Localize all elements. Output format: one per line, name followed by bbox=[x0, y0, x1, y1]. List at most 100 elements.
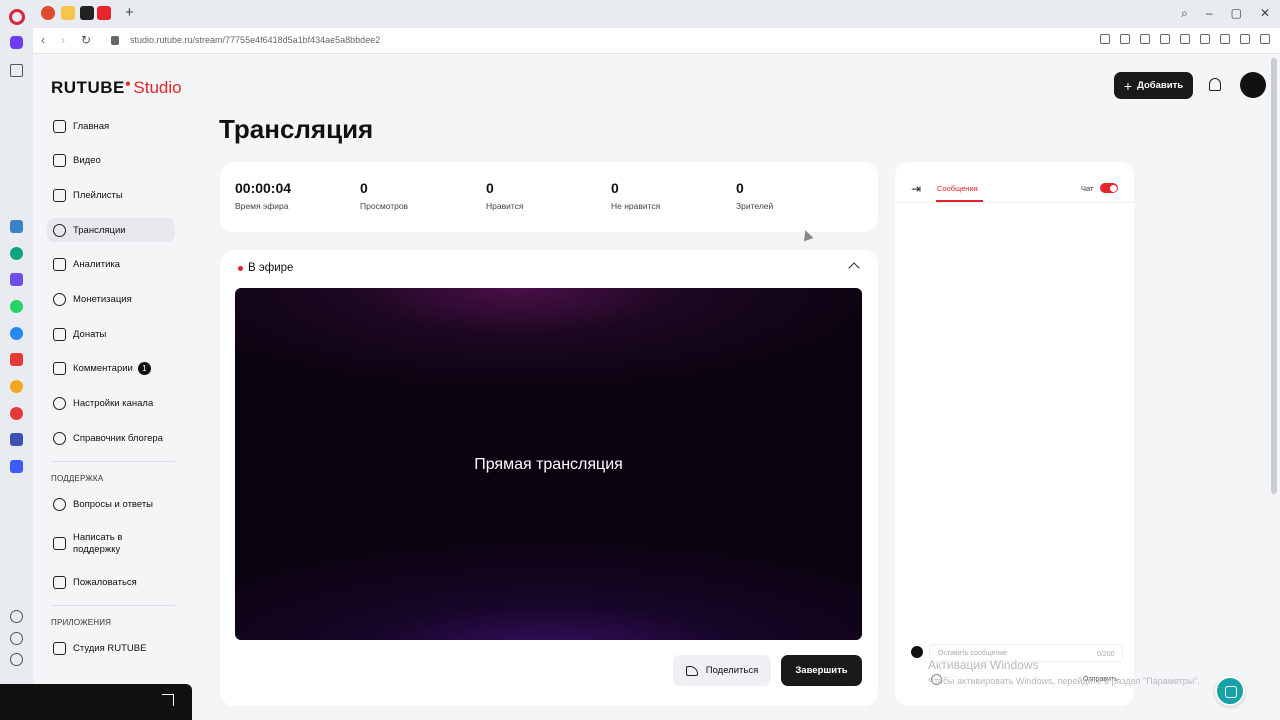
live-status: В эфире bbox=[238, 262, 293, 274]
sidebar-item-label: Главная bbox=[73, 120, 110, 132]
app-icon-6[interactable] bbox=[10, 460, 23, 473]
stat-airtime: 00:00:04 Время эфира bbox=[235, 180, 291, 211]
profile-icon[interactable] bbox=[1240, 34, 1250, 44]
rutube-studio-logo[interactable]: RUTUBE● Studio bbox=[51, 78, 182, 98]
sidebar-item-label: Пожаловаться bbox=[73, 576, 137, 588]
watermark-title: Активация Windows bbox=[928, 658, 1039, 672]
stat-label: Зрителей bbox=[736, 201, 774, 211]
studio-sidebar: Главная Видео Плейлисты Трансляции Анали… bbox=[47, 114, 175, 672]
lock-icon bbox=[111, 36, 119, 45]
window-controls: ⌕ – ▢ ✕ bbox=[1171, 0, 1280, 28]
sidebar-item-faq[interactable]: Вопросы и ответы bbox=[47, 493, 175, 517]
sidebar-item-channel-settings[interactable]: Настройки канала bbox=[47, 392, 175, 416]
url-field[interactable]: studio.rutube.ru/stream/77755e4f6418d5a1… bbox=[130, 35, 380, 45]
stat-views: 0 Просмотров bbox=[360, 180, 408, 211]
tab-bar: + ⌕ – ▢ ✕ bbox=[33, 0, 1280, 28]
camera-icon[interactable] bbox=[1120, 34, 1130, 44]
question-icon bbox=[53, 498, 66, 512]
app-icon-1[interactable] bbox=[10, 220, 23, 233]
sidebar-item-label: Монетизация bbox=[73, 293, 132, 305]
pin-icon[interactable] bbox=[10, 64, 23, 77]
avatar bbox=[911, 646, 923, 658]
end-stream-button[interactable]: Завершить bbox=[781, 655, 862, 686]
sidebar-item-donations[interactable]: Донаты bbox=[47, 322, 175, 346]
stream-stats-card: 00:00:04 Время эфира 0 Просмотров 0 Нравитс… bbox=[220, 162, 878, 232]
sidebar-item-report[interactable]: Пожаловаться bbox=[47, 570, 175, 594]
close-icon[interactable]: ✕ bbox=[1260, 6, 1270, 22]
sidebar-item-monetization[interactable]: Монетизация bbox=[47, 287, 175, 311]
sidebar-item-analytics[interactable]: Аналитика bbox=[47, 253, 175, 277]
sidebar-item-streams[interactable]: Трансляции bbox=[47, 218, 175, 243]
broadcast-icon bbox=[53, 223, 66, 237]
add-button[interactable]: + Добавить bbox=[1114, 72, 1193, 99]
sidebar-item-playlists[interactable]: Плейлисты bbox=[47, 183, 175, 207]
shield-icon[interactable] bbox=[1140, 34, 1150, 44]
back-icon[interactable]: ‹ bbox=[41, 33, 45, 47]
sidebar-item-comments[interactable]: Комментарии 1 bbox=[47, 357, 175, 381]
app-icon-4[interactable] bbox=[10, 407, 23, 420]
tab-favicon-2[interactable] bbox=[61, 6, 75, 20]
help-chat-button[interactable] bbox=[1215, 676, 1245, 706]
comment-icon bbox=[53, 362, 66, 376]
minimize-icon[interactable]: – bbox=[1206, 6, 1213, 22]
expand-icon[interactable] bbox=[162, 694, 174, 706]
download-icon[interactable] bbox=[1200, 34, 1210, 44]
tab-favicon-4[interactable] bbox=[97, 6, 111, 20]
logo-sub-text: Studio bbox=[133, 78, 182, 97]
chatgpt-icon[interactable] bbox=[10, 247, 23, 260]
share-button[interactable]: Поделиться bbox=[673, 655, 771, 686]
nav-arrows: ‹ › ↻ bbox=[41, 33, 91, 47]
char-counter: 0/200 bbox=[1097, 651, 1115, 658]
stat-likes: 0 Нравится bbox=[486, 180, 524, 211]
menu-icon[interactable] bbox=[1220, 34, 1230, 44]
sidebar-item-contact-support[interactable]: Написать в поддержку bbox=[47, 528, 175, 560]
sidebar-item-label: Вопросы и ответы bbox=[73, 499, 154, 511]
forward-icon[interactable]: › bbox=[61, 33, 65, 47]
stat-label: Время эфира bbox=[235, 201, 289, 211]
app-icon-2[interactable] bbox=[10, 273, 23, 286]
player-label: Прямая трансляция bbox=[474, 456, 623, 473]
plus-icon: + bbox=[1123, 77, 1133, 94]
stat-value: 0 bbox=[486, 180, 494, 196]
tab-favicon-3[interactable] bbox=[80, 6, 94, 20]
collapse-chat-icon[interactable]: ⇥ bbox=[911, 182, 921, 196]
extensions-icon[interactable] bbox=[1260, 34, 1270, 44]
sidebar-item-studio-app[interactable]: Студия RUTUBE bbox=[47, 637, 175, 661]
bell-icon[interactable] bbox=[1209, 78, 1221, 91]
sidebar-item-video[interactable]: Видео bbox=[47, 149, 175, 173]
avatar[interactable] bbox=[1240, 72, 1266, 98]
workspace-icon[interactable] bbox=[10, 36, 23, 49]
add-button-label: Добавить bbox=[1137, 80, 1184, 91]
edit-icon[interactable] bbox=[1100, 34, 1110, 44]
stat-label: Не нравится bbox=[611, 201, 661, 211]
mail-icon bbox=[53, 537, 66, 551]
reload-icon[interactable]: ↻ bbox=[81, 33, 91, 47]
chat-toggle[interactable] bbox=[1100, 183, 1118, 193]
address-actions bbox=[1100, 34, 1270, 44]
heart-icon[interactable] bbox=[1180, 34, 1190, 44]
page-scrollbar[interactable] bbox=[1271, 58, 1277, 494]
chat-panel: ⇥ Сообщения Чат Оставить сообщение 0/200… bbox=[895, 162, 1134, 706]
opera-logo-icon[interactable] bbox=[9, 9, 25, 25]
sidebar-item-home[interactable]: Главная bbox=[47, 114, 175, 138]
maximize-icon[interactable]: ▢ bbox=[1231, 6, 1242, 22]
app-icon-5[interactable] bbox=[10, 433, 23, 446]
search-icon[interactable]: ⌕ bbox=[1181, 6, 1188, 22]
yandex-icon[interactable] bbox=[10, 353, 23, 366]
stream-player[interactable]: Прямая трансляция bbox=[235, 288, 862, 640]
vk-icon[interactable] bbox=[10, 327, 23, 340]
sidebar-item-label: Трансляции bbox=[73, 224, 126, 236]
heart-icon[interactable] bbox=[10, 610, 23, 623]
tab-messages[interactable]: Сообщения bbox=[937, 184, 978, 193]
tab-favicon-1[interactable] bbox=[41, 6, 55, 20]
app-icon-3[interactable] bbox=[10, 380, 23, 393]
sidebar-item-blogger-guide[interactable]: Справочник блогера bbox=[47, 426, 175, 450]
new-tab-icon[interactable]: + bbox=[125, 4, 134, 21]
history-icon[interactable] bbox=[10, 632, 23, 645]
play-icon[interactable] bbox=[1160, 34, 1170, 44]
settings-icon[interactable] bbox=[10, 653, 23, 666]
chevron-up-icon[interactable] bbox=[848, 262, 860, 274]
playlist-icon bbox=[53, 188, 66, 202]
whatsapp-icon[interactable] bbox=[10, 300, 23, 313]
comments-count-badge: 1 bbox=[137, 362, 151, 376]
